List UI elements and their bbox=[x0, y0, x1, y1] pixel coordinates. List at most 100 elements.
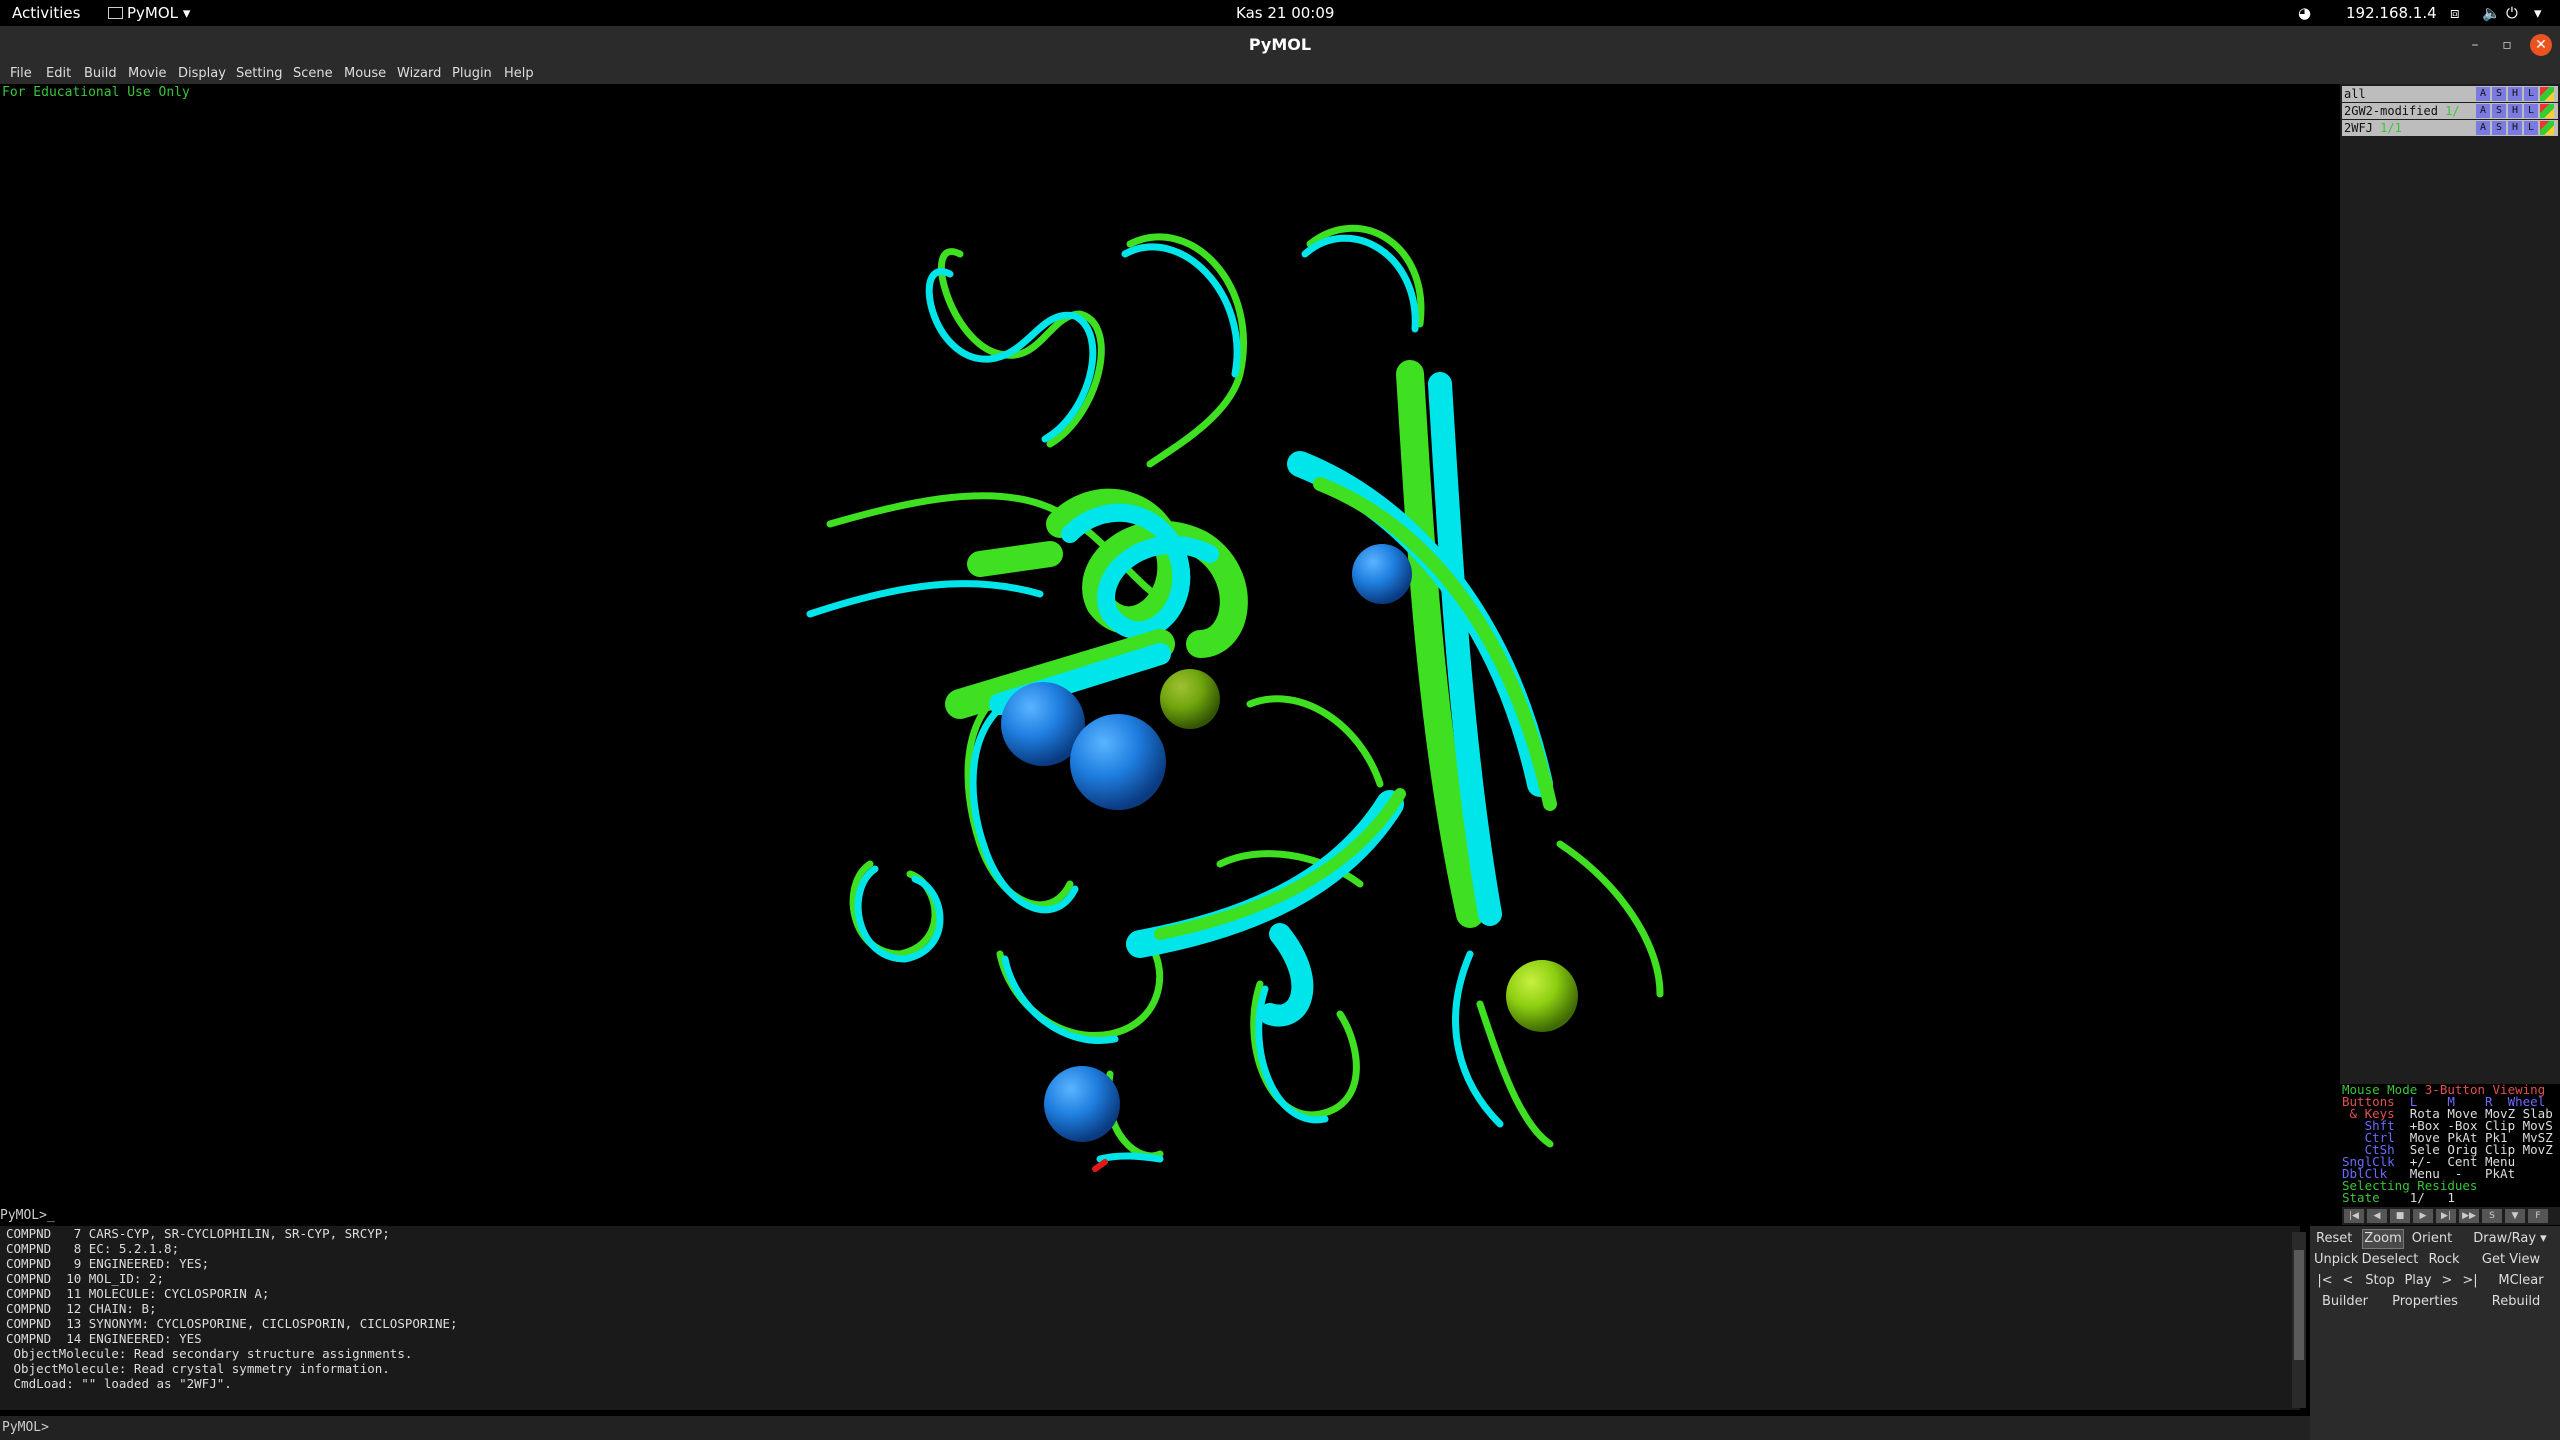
object-name: 2GW2-modified bbox=[2344, 104, 2438, 118]
ion-sphere-6 bbox=[1160, 669, 1220, 729]
menu-setting[interactable]: Setting bbox=[236, 64, 283, 84]
object-state: 1/ bbox=[2445, 104, 2460, 118]
properties-button[interactable]: Properties bbox=[2380, 1293, 2470, 1311]
play-icon[interactable]: ▶ bbox=[2413, 1209, 2433, 1223]
label-button[interactable]: L bbox=[2524, 121, 2538, 135]
state-value: 1/ 1 bbox=[2394, 1190, 2455, 1205]
orient-button[interactable]: Orient bbox=[2410, 1230, 2454, 1248]
fullscreen-icon[interactable]: F bbox=[2528, 1209, 2548, 1223]
last-frame-button[interactable]: >| bbox=[2458, 1272, 2482, 1290]
action-button[interactable]: A bbox=[2476, 121, 2490, 135]
ip-address[interactable]: 192.168.1.4 bbox=[2346, 0, 2437, 26]
app-menu-label: PyMOL bbox=[127, 4, 179, 22]
movie-controls: |◀ ◀ ■ ▶ ▶| ▶▶ S ▼ F bbox=[2342, 1207, 2560, 1225]
action-button[interactable]: A bbox=[2476, 104, 2490, 118]
log-line: ObjectMolecule: Read secondary structure… bbox=[6, 1346, 413, 1361]
log-line: COMPND 11 MOLECULE: CYCLOSPORIN A; bbox=[6, 1286, 270, 1301]
chevron-down-icon: ▾ bbox=[182, 4, 191, 22]
draw-ray-button[interactable]: Draw/Ray ▾ bbox=[2460, 1230, 2560, 1248]
molecular-viewer[interactable] bbox=[0, 84, 2340, 1208]
menu-plugin[interactable]: Plugin bbox=[452, 64, 492, 84]
command-input[interactable] bbox=[62, 1418, 2306, 1440]
log-line: ObjectMolecule: Read crystal symmetry in… bbox=[6, 1361, 390, 1376]
screenshot-tray-icon[interactable]: ◕ bbox=[2298, 0, 2311, 26]
hide-button[interactable]: H bbox=[2508, 104, 2522, 118]
menu-edit[interactable]: Edit bbox=[46, 64, 71, 84]
volume-icon[interactable]: 🔈 bbox=[2482, 0, 2501, 26]
movie-menu-icon[interactable]: ▼ bbox=[2505, 1209, 2525, 1223]
log-scrollbar-thumb[interactable] bbox=[2294, 1250, 2304, 1360]
next-frame-button[interactable]: > bbox=[2438, 1272, 2456, 1290]
get-view-button[interactable]: Get View bbox=[2466, 1251, 2556, 1269]
deselect-button[interactable]: Deselect bbox=[2360, 1251, 2420, 1269]
chevron-down-icon: ▾ bbox=[2540, 1231, 2547, 1246]
color-button[interactable] bbox=[2540, 87, 2554, 101]
play-button[interactable]: Play bbox=[2400, 1272, 2436, 1290]
scene-icon[interactable]: S bbox=[2482, 1209, 2502, 1223]
app-menu[interactable]: PyMOL ▾ bbox=[108, 0, 190, 26]
stop-button[interactable]: Stop bbox=[2362, 1272, 2398, 1290]
menu-display[interactable]: Display bbox=[178, 64, 226, 84]
menu-mouse[interactable]: Mouse bbox=[344, 64, 386, 84]
maximize-button[interactable]: ▫ bbox=[2496, 34, 2518, 56]
prev-frame-button[interactable]: < bbox=[2338, 1272, 2358, 1290]
network-icon[interactable]: ⧈ bbox=[2450, 0, 2460, 26]
label-button[interactable]: L bbox=[2524, 87, 2538, 101]
object-name: all bbox=[2344, 87, 2366, 101]
unpick-button[interactable]: Unpick bbox=[2314, 1251, 2358, 1269]
educational-use-notice: For Educational Use Only bbox=[2, 85, 190, 100]
menu-help[interactable]: Help bbox=[504, 64, 534, 84]
power-icon[interactable]: ⏻ bbox=[2506, 0, 2518, 26]
object-state: 1/1 bbox=[2380, 121, 2402, 135]
menu-scene[interactable]: Scene bbox=[293, 64, 333, 84]
system-menu-chevron-icon[interactable]: ▾ bbox=[2534, 0, 2542, 26]
app-icon bbox=[108, 7, 123, 19]
command-prompt-label: PyMOL> bbox=[2, 1420, 49, 1435]
log-line: COMPND 10 MOL_ID: 2; bbox=[6, 1271, 165, 1286]
step-back-icon[interactable]: ◀ bbox=[2367, 1209, 2387, 1223]
mclear-button[interactable]: MClear bbox=[2486, 1272, 2556, 1290]
menu-file[interactable]: File bbox=[10, 64, 32, 84]
builder-button[interactable]: Builder bbox=[2314, 1293, 2376, 1311]
viewer-command-prompt[interactable]: PyMOL>_ bbox=[0, 1208, 2340, 1224]
color-button[interactable] bbox=[2540, 104, 2554, 118]
fast-forward-icon[interactable]: ▶▶ bbox=[2459, 1209, 2479, 1223]
stop-icon[interactable]: ■ bbox=[2390, 1209, 2410, 1223]
first-frame-button[interactable]: |< bbox=[2314, 1272, 2336, 1290]
rebuild-button[interactable]: Rebuild bbox=[2476, 1293, 2556, 1311]
show-button[interactable]: S bbox=[2492, 104, 2506, 118]
action-button[interactable]: A bbox=[2476, 87, 2490, 101]
ion-sphere-2 bbox=[1070, 714, 1166, 810]
minimize-button[interactable]: – bbox=[2464, 34, 2486, 56]
output-log: COMPND 7 CARS-CYP, SR-CYCLOPHILIN, SR-CY… bbox=[0, 1226, 2300, 1410]
window-title: PyMOL bbox=[1248, 35, 1312, 54]
reset-button[interactable]: Reset bbox=[2316, 1230, 2352, 1248]
protein-cartoon[interactable] bbox=[0, 84, 2340, 1208]
clock[interactable]: Kas 21 00:09 bbox=[1236, 0, 1334, 26]
rewind-icon[interactable]: |◀ bbox=[2344, 1209, 2364, 1223]
label-button[interactable]: L bbox=[2524, 104, 2538, 118]
close-button[interactable]: ✕ bbox=[2530, 34, 2552, 56]
menu-wizard[interactable]: Wizard bbox=[397, 64, 441, 84]
object-name: 2WFJ bbox=[2344, 121, 2373, 135]
show-button[interactable]: S bbox=[2492, 121, 2506, 135]
hide-button[interactable]: H bbox=[2508, 87, 2522, 101]
hide-button[interactable]: H bbox=[2508, 121, 2522, 135]
color-button[interactable] bbox=[2540, 121, 2554, 135]
activities-button[interactable]: Activities bbox=[12, 0, 80, 26]
step-forward-icon[interactable]: ▶| bbox=[2436, 1209, 2456, 1223]
mouse-mode-panel[interactable]: Mouse Mode 3-Button Viewing Buttons L M … bbox=[2342, 1083, 2560, 1206]
object-row-2wfj[interactable]: 2WFJ 1/1 A S H L bbox=[2342, 120, 2558, 136]
menu-build[interactable]: Build bbox=[84, 64, 117, 84]
object-row-2gw2[interactable]: 2GW2-modified 1/ A S H L bbox=[2342, 103, 2558, 119]
log-line: CmdLoad: "" loaded as "2WFJ". bbox=[6, 1376, 232, 1391]
show-button[interactable]: S bbox=[2492, 87, 2506, 101]
zoom-button[interactable]: Zoom bbox=[2362, 1229, 2404, 1249]
state-label: State bbox=[2342, 1190, 2395, 1205]
menu-movie[interactable]: Movie bbox=[128, 64, 166, 84]
ion-sphere-4 bbox=[1044, 1066, 1120, 1142]
rock-button[interactable]: Rock bbox=[2426, 1251, 2462, 1269]
object-row-all[interactable]: all A S H L bbox=[2342, 86, 2558, 102]
menu-bar: File Edit Build Movie Display Setting Sc… bbox=[0, 64, 2560, 84]
draw-ray-label: Draw/Ray bbox=[2473, 1231, 2537, 1246]
